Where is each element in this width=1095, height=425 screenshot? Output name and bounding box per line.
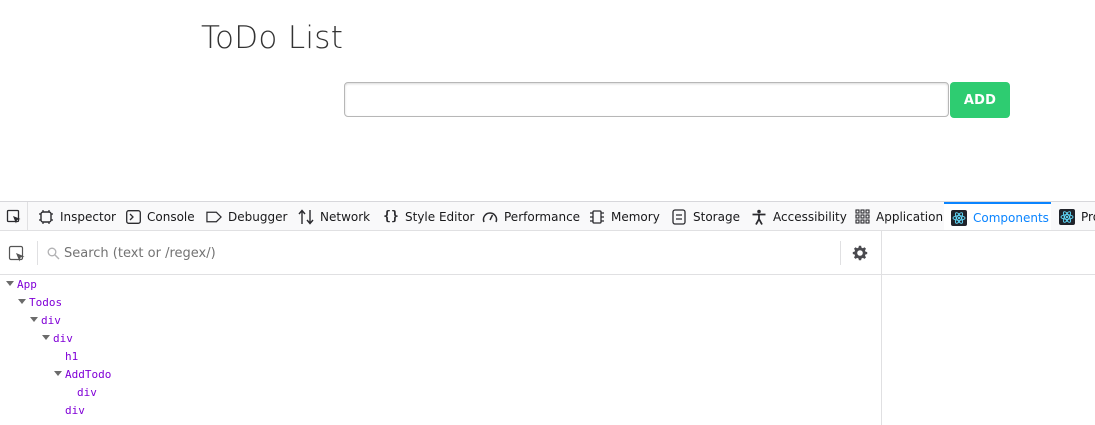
inspector-icon [38,209,54,225]
add-button[interactable]: ADD [950,82,1010,118]
gear-icon[interactable] [852,245,868,261]
tab-label: Accessibility [773,209,847,224]
props-side-panel [881,231,1095,425]
network-icon [298,208,314,225]
tab-label: Network [320,209,371,224]
tab-label: Style Editor [405,209,475,224]
page-title: ToDo List [201,20,344,56]
tree-node-todos[interactable]: Todos [17,293,62,311]
tree-node-label: div [53,331,73,345]
storage-icon [671,208,687,225]
tab-style-editor[interactable]: {} Style Editor [383,202,475,230]
select-element-icon[interactable] [8,245,26,263]
element-picker-icon [6,209,20,223]
tree-node-label: div [77,385,97,399]
tree-node-app[interactable]: App [5,275,37,293]
expand-triangle-icon[interactable] [17,297,27,307]
expand-triangle-icon[interactable] [29,315,39,325]
tree-node-label: div [65,403,85,417]
memory-icon [589,209,605,225]
tab-debugger[interactable]: Debugger [206,202,288,230]
expand-triangle-icon[interactable] [41,333,51,343]
tab-accessibility[interactable]: Accessibility [751,202,847,230]
expand-triangle-icon[interactable] [5,279,15,289]
tab-inspector[interactable]: Inspector [38,202,116,230]
tree-node-h1[interactable]: h1 [65,347,78,365]
tab-components[interactable]: Components [944,202,1051,230]
tab-application[interactable]: Application [854,202,944,230]
search-input[interactable] [64,239,824,267]
toolbar-divider [840,241,841,265]
accessibility-icon [751,209,767,225]
tree-node-addtodo[interactable]: AddTodo [53,365,111,383]
tab-label: Inspector [60,209,116,224]
tree-node-label: h1 [65,349,79,363]
style-editor-icon: {} [383,209,399,224]
tree-node-div[interactable]: div [29,311,61,329]
tab-label: Performance [504,209,581,224]
tab-network[interactable]: Network [298,202,371,230]
tab-profiler[interactable]: Pro [1059,202,1095,230]
tab-performance[interactable]: Performance [482,202,581,230]
element-picker-button[interactable] [0,202,28,230]
tree-node-label: AddTodo [65,367,112,381]
tab-label: Debugger [228,209,288,224]
tab-label: Components [973,210,1049,225]
performance-icon [482,209,498,225]
tab-label: Memory [611,209,660,224]
expand-triangle-icon[interactable] [53,369,63,379]
todo-input[interactable] [344,82,949,117]
tab-label: Console [147,209,195,224]
components-toolbar [0,231,881,275]
devtools-panel: Inspector Console Debugger Network {} St… [0,201,1095,425]
tab-memory[interactable]: Memory [589,202,660,230]
application-icon [854,209,870,225]
toolbar-divider [37,241,38,265]
tab-label: Application [876,209,944,224]
react-icon [951,209,967,226]
devtools-tabbar: Inspector Console Debugger Network {} St… [0,202,1095,231]
tab-storage[interactable]: Storage [671,202,740,230]
tab-console[interactable]: Console [125,202,195,230]
tree-node-label: App [17,277,37,291]
search-icon [47,247,60,260]
tree-node-div[interactable]: div [41,329,73,347]
props-side-header [882,231,1095,275]
debugger-icon [206,209,222,225]
console-icon [125,209,141,225]
tree-node-label: div [41,313,61,327]
tree-node-label: Todos [29,295,63,309]
tab-label: Pro [1081,209,1095,224]
react-icon [1059,208,1075,225]
tree-node-div[interactable]: div [77,383,97,401]
tab-label: Storage [693,209,740,224]
tree-node-div[interactable]: div [65,401,85,419]
